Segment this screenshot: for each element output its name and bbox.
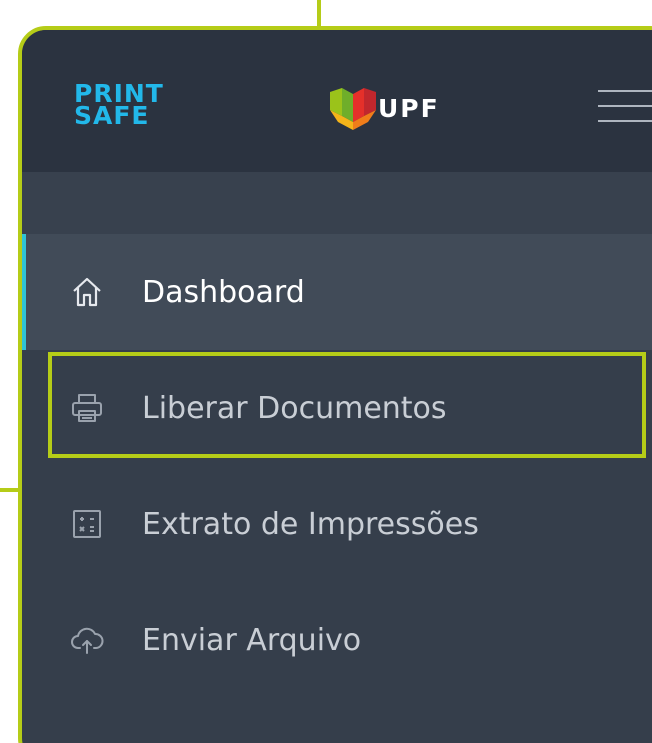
upf-logo[interactable]: UPF xyxy=(330,86,440,130)
sidebar-panel: PRINT SAFE UPF Dashboard Liberar Documen… xyxy=(18,26,652,743)
sidebar-item-label: Dashboard xyxy=(142,274,305,310)
printsafe-logo-line2: SAFE xyxy=(74,101,150,130)
sidebar-item-liberar-documentos[interactable]: Liberar Documentos xyxy=(22,350,652,466)
calculator-icon xyxy=(70,507,104,541)
cloud-upload-icon xyxy=(70,623,104,657)
hamburger-line xyxy=(598,120,652,122)
sidebar-item-enviar-arquivo[interactable]: Enviar Arquivo xyxy=(22,582,652,698)
sidebar-item-dashboard[interactable]: Dashboard xyxy=(22,234,652,350)
sidebar-item-extrato-de-impressoes[interactable]: Extrato de Impressões xyxy=(22,466,652,582)
printsafe-logo[interactable]: PRINT SAFE xyxy=(74,78,163,132)
printer-icon xyxy=(70,391,104,425)
sidebar-header: PRINT SAFE UPF xyxy=(22,30,652,172)
sidebar-item-label: Enviar Arquivo xyxy=(142,622,362,658)
sidebar-nav: Dashboard Liberar Documentos Extrato de … xyxy=(22,234,652,698)
sidebar-item-label: Extrato de Impressões xyxy=(142,506,479,542)
upf-shield-icon xyxy=(330,88,376,130)
hamburger-line xyxy=(598,105,652,107)
upf-logo-text: UPF xyxy=(378,93,440,123)
home-icon xyxy=(70,275,104,309)
sidebar-item-label: Liberar Documentos xyxy=(142,390,447,426)
sidebar-spacer xyxy=(22,172,652,234)
menu-toggle-button[interactable] xyxy=(598,84,652,128)
hamburger-line xyxy=(598,90,652,92)
